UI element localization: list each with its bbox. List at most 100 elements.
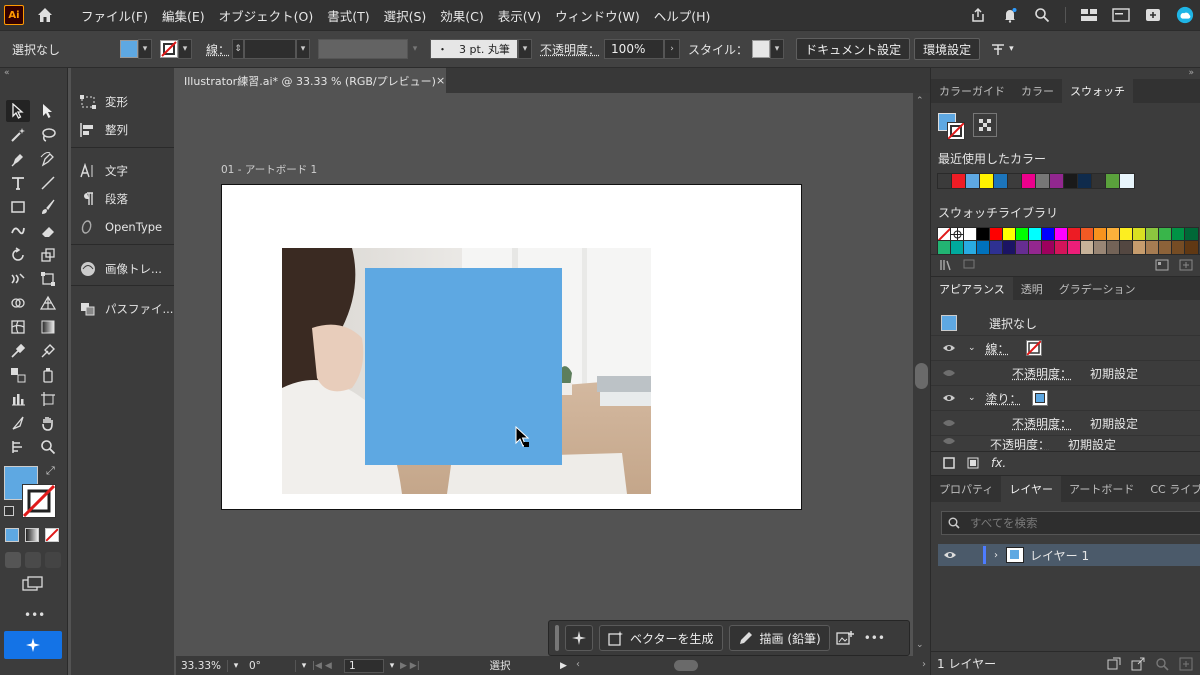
color-swatch[interactable] <box>1158 227 1173 242</box>
arrange-documents-icon[interactable] <box>990 41 1006 57</box>
color-swatch[interactable] <box>1132 240 1147 255</box>
search-layers-icon[interactable] <box>1155 657 1169 671</box>
layer-name[interactable]: レイヤー 1 <box>1030 547 1089 564</box>
color-swatch[interactable] <box>1145 227 1160 242</box>
color-swatch[interactable] <box>989 240 1004 255</box>
color-swatch[interactable] <box>1054 240 1069 255</box>
artboard-tool-icon[interactable] <box>36 388 60 410</box>
color-swatch[interactable] <box>950 227 965 242</box>
place-image-icon[interactable] <box>836 630 854 646</box>
add-effect-icon[interactable]: fx. <box>991 456 1006 470</box>
add-stroke-icon[interactable] <box>943 456 955 469</box>
brush-dropdown[interactable]: ▾ <box>518 39 533 59</box>
expand-chevron-icon[interactable]: ⌄ <box>968 343 976 353</box>
color-swatch[interactable] <box>1041 240 1056 255</box>
search-icon[interactable] <box>1033 6 1051 24</box>
color-swatch[interactable] <box>1119 240 1134 255</box>
scroll-right-icon[interactable]: › <box>922 659 926 670</box>
direct-selection-tool-icon[interactable] <box>36 100 60 122</box>
color-swatch[interactable] <box>1093 240 1108 255</box>
color-swatch[interactable] <box>1184 240 1199 255</box>
document-tab[interactable]: Illustrator練習.ai* @ 33.33 % (RGB/プレビュー) … <box>176 68 446 93</box>
screen-mode-icon[interactable] <box>22 576 44 592</box>
shaper-tool-icon[interactable] <box>6 220 30 242</box>
free-transform-tool-icon[interactable] <box>36 268 60 290</box>
new-swatch-icon[interactable] <box>1179 259 1193 271</box>
color-swatch[interactable] <box>1063 173 1079 189</box>
graphic-style-dropdown[interactable]: ▾ <box>770 39 785 59</box>
color-swatch[interactable] <box>1184 227 1199 242</box>
more-options-button[interactable]: ••• <box>864 631 885 645</box>
measure-tool-icon[interactable] <box>36 340 60 362</box>
menu-select[interactable]: 選択(S) <box>377 6 434 25</box>
color-swatch[interactable] <box>965 173 981 189</box>
tab-cc-libraries[interactable]: CC ライブラリ <box>1142 476 1200 502</box>
collapse-arrows-icon[interactable]: « <box>4 68 10 78</box>
stroke-opacity-label[interactable]: 不透明度： <box>1012 365 1072 382</box>
stroke-weight-stepper[interactable]: ⇕ <box>232 39 245 59</box>
color-swatch[interactable] <box>1002 240 1017 255</box>
blue-rectangle-object[interactable] <box>365 268 562 465</box>
stroke-dropdown[interactable]: ▾ <box>178 39 193 59</box>
pathfinder-panel-button[interactable]: パスファイ... <box>79 301 173 317</box>
fill-opacity-label[interactable]: 不透明度： <box>1012 415 1072 432</box>
opacity-control[interactable]: 100% › <box>604 39 681 59</box>
rotation-dropdown-icon[interactable]: ▾ <box>296 661 312 671</box>
layer-expand-chevron-icon[interactable]: › <box>994 550 998 561</box>
slice-tool-icon[interactable] <box>6 412 30 434</box>
menu-view[interactable]: 表示(V) <box>491 6 548 25</box>
artboard-dropdown-icon[interactable]: ▾ <box>384 661 400 671</box>
arrange-documents-control[interactable]: ▾ <box>990 41 1014 57</box>
transform-panel-button[interactable]: 変形 <box>79 94 128 110</box>
zoom-tool-icon[interactable] <box>36 436 60 458</box>
visibility-eye-icon[interactable] <box>943 550 957 560</box>
horizontal-scroll-thumb[interactable] <box>674 660 698 671</box>
swap-fill-stroke-icon[interactable]: ⤢ <box>46 464 55 478</box>
collect-for-export-icon[interactable] <box>1107 657 1121 671</box>
visibility-eye-icon[interactable] <box>942 418 956 428</box>
fill-attribute-label[interactable]: 塗り： <box>986 390 1022 407</box>
draw-inside-icon[interactable] <box>45 552 61 568</box>
stroke-color-control[interactable]: ▾ <box>160 39 193 59</box>
collapse-arrows-icon[interactable]: » <box>1188 68 1194 78</box>
next-last-artboard-icon[interactable]: ▶ ▶| <box>400 661 440 671</box>
color-swatch[interactable] <box>976 227 991 242</box>
zoom-level[interactable]: 33.33% <box>176 659 228 672</box>
color-swatch[interactable] <box>1080 227 1095 242</box>
color-swatch[interactable] <box>951 173 967 189</box>
rotate-tool-icon[interactable] <box>6 244 30 266</box>
scroll-down-icon[interactable]: ⌄ <box>916 640 924 650</box>
paintbrush-tool-icon[interactable] <box>36 196 60 218</box>
tab-appearance[interactable]: アピアランス <box>931 277 1013 300</box>
warp-tool-icon[interactable] <box>6 268 30 290</box>
color-swatch[interactable] <box>1028 227 1043 242</box>
stroke-weight-input[interactable] <box>244 39 297 59</box>
menu-effect[interactable]: 効果(C) <box>433 6 490 25</box>
edit-toolbar-button[interactable]: ••• <box>24 608 45 622</box>
new-layer-icon[interactable] <box>1179 657 1193 671</box>
locate-object-icon[interactable] <box>1131 657 1145 671</box>
opacity-label[interactable]: 不透明度： <box>540 41 600 58</box>
fill-attribute-swatch[interactable] <box>1031 390 1048 406</box>
first-prev-artboard-icon[interactable]: |◀ ◀ <box>312 661 344 671</box>
artboard-number[interactable]: 1 <box>344 658 384 673</box>
color-swatch[interactable] <box>1028 240 1043 255</box>
color-swatch[interactable] <box>1035 173 1051 189</box>
color-swatch[interactable] <box>1119 173 1135 189</box>
tab-transparency[interactable]: 透明 <box>1013 277 1051 300</box>
color-swatch[interactable] <box>1077 173 1093 189</box>
stroke-attribute-swatch[interactable] <box>1025 340 1042 356</box>
color-swatch[interactable] <box>1106 227 1121 242</box>
visibility-eye-icon[interactable] <box>942 343 956 353</box>
opacity-input[interactable]: 100% <box>604 39 665 59</box>
visibility-eye-icon[interactable] <box>942 393 956 403</box>
color-swatch[interactable] <box>1021 173 1037 189</box>
color-swatch[interactable] <box>1158 240 1173 255</box>
color-swatch[interactable] <box>1041 227 1056 242</box>
appearance-opacity-row[interactable]: 不透明度： 初期設定 <box>931 436 1200 450</box>
layers-search-input[interactable]: すべてを検索 <box>941 511 1200 535</box>
color-mode-icon[interactable] <box>5 528 19 542</box>
menu-window[interactable]: ウィンドウ(W) <box>548 6 647 25</box>
character-panel-button[interactable]: 文字 <box>79 163 128 179</box>
color-swatch[interactable] <box>1054 227 1069 242</box>
